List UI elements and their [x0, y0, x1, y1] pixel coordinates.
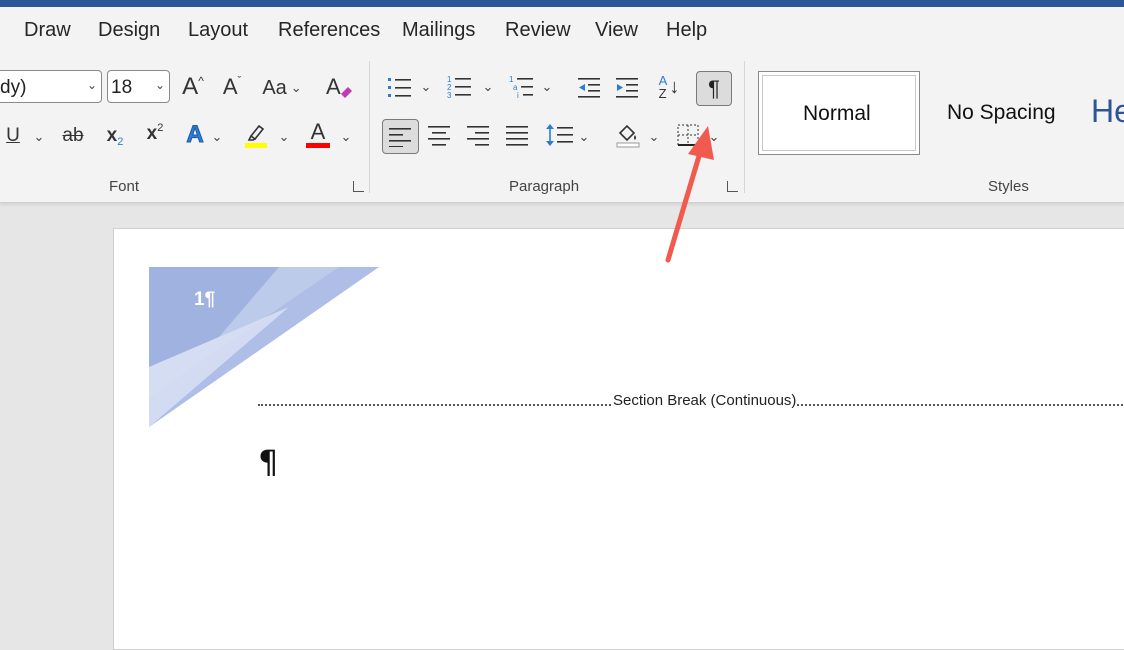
text-effects-button[interactable]: A: [180, 119, 210, 151]
align-left-button[interactable]: [382, 119, 419, 154]
shading-button[interactable]: [612, 119, 644, 151]
subscript-label: x: [106, 125, 118, 146]
align-right-button[interactable]: [463, 119, 493, 151]
sort-button[interactable]: A Z ↓: [652, 71, 686, 103]
annotation-arrow-icon: [665, 126, 714, 263]
font-size-combo[interactable]: 18 ⌄: [107, 70, 170, 103]
paint-bucket-icon: [616, 124, 640, 148]
justify-button[interactable]: [502, 119, 532, 151]
chevron-down-icon: ⌄: [154, 78, 165, 92]
change-case-button[interactable]: Aa ⌄: [258, 73, 306, 103]
document-page[interactable]: 1¶ Section Break (Continuous) ¶: [113, 228, 1124, 650]
multilevel-list-button[interactable]: 1 a i: [508, 73, 536, 101]
style-heading-1[interactable]: He: [1085, 71, 1124, 155]
shrink-font-icon: A: [222, 74, 238, 99]
font-group-label: Font: [109, 178, 140, 195]
tab-mailings[interactable]: Mailings: [402, 19, 475, 42]
title-bar-accent: [0, 0, 1124, 7]
font-name-combo[interactable]: dy) ⌄: [0, 70, 102, 103]
font-color-button[interactable]: A: [302, 119, 334, 151]
font-color-icon: A: [310, 118, 326, 144]
strikethrough-button[interactable]: ab: [58, 121, 88, 151]
highlighter-icon: [245, 124, 267, 148]
tab-draw[interactable]: Draw: [24, 19, 71, 42]
bullets-icon: [388, 78, 411, 97]
tab-review[interactable]: Review: [505, 19, 571, 42]
paragraph-group-label: Paragraph: [509, 178, 580, 195]
tab-layout[interactable]: Layout: [188, 19, 248, 42]
strikethrough-label: ab: [62, 125, 84, 146]
tab-references[interactable]: References: [278, 19, 380, 42]
chevron-down-icon: ⌄: [86, 78, 97, 92]
chevron-down-icon[interactable]: ⌄: [420, 79, 432, 95]
clear-formatting-button[interactable]: A: [322, 71, 356, 103]
numbering-icon: 1 2 3: [447, 75, 471, 100]
align-left-icon: [389, 128, 411, 147]
group-divider: [369, 61, 370, 193]
justify-icon: [506, 126, 528, 146]
chevron-down-icon[interactable]: ⌄: [541, 79, 553, 95]
clear-formatting-icon: A: [326, 74, 352, 99]
bullets-button[interactable]: [386, 73, 414, 101]
tab-help[interactable]: Help: [666, 19, 707, 42]
underline-label: U: [6, 125, 20, 146]
group-divider: [744, 61, 745, 193]
increase-indent-icon: [616, 78, 638, 98]
decrease-indent-button[interactable]: [575, 73, 603, 101]
text-effects-icon: A: [186, 121, 204, 149]
highlight-button[interactable]: [240, 119, 272, 151]
style-no-spacing-label: No Spacing: [947, 101, 1056, 124]
chevron-down-icon[interactable]: ⌄: [211, 129, 223, 145]
chevron-down-icon[interactable]: ⌄: [482, 79, 494, 95]
style-normal[interactable]: Normal: [758, 71, 920, 155]
font-size-value: 18: [111, 77, 133, 98]
shrink-font-button[interactable]: Aˇ: [218, 71, 246, 103]
ribbon-tabs: Draw Design Layout References Mailings R…: [0, 7, 1124, 53]
grow-font-button[interactable]: A ^: [178, 71, 208, 103]
svg-text:i: i: [517, 91, 519, 100]
chevron-down-icon[interactable]: ⌄: [578, 129, 590, 145]
change-case-label: Aa: [262, 76, 287, 99]
underline-button[interactable]: U: [2, 121, 24, 151]
align-right-icon: [467, 126, 489, 146]
style-heading-label: He: [1091, 93, 1124, 129]
show-hide-marks-button[interactable]: ¶: [696, 71, 732, 106]
tab-design[interactable]: Design: [98, 19, 160, 42]
align-center-button[interactable]: [424, 119, 454, 151]
header-page-number: 1¶: [194, 289, 216, 310]
paragraph-mark: ¶: [258, 443, 279, 481]
font-name-value: dy): [0, 77, 27, 98]
multilevel-list-icon: 1 a i: [509, 75, 533, 100]
align-center-icon: [428, 126, 450, 146]
ribbon: dy) ⌄ 18 ⌄ A ^ Aˇ Aa ⌄ A U ⌄ ab x2 x2 A ⌄: [0, 53, 1124, 203]
chevron-down-icon[interactable]: ⌄: [340, 129, 352, 145]
line-spacing-icon: [546, 124, 573, 146]
superscript-label: x: [146, 123, 158, 144]
chevron-down-icon[interactable]: ⌄: [278, 129, 290, 145]
styles-group-label: Styles: [988, 178, 1029, 195]
numbering-button[interactable]: 1 2 3: [446, 73, 474, 101]
line-spacing-button[interactable]: [544, 119, 574, 151]
sort-icon: A Z: [658, 73, 668, 101]
style-no-spacing[interactable]: No Spacing: [930, 71, 1080, 155]
svg-text:A: A: [326, 74, 341, 99]
chevron-down-icon: ⌄: [290, 80, 302, 95]
font-dialog-launcher-icon[interactable]: [353, 181, 364, 192]
style-normal-label: Normal: [803, 102, 871, 125]
font-color-swatch: [306, 142, 330, 148]
svg-text:3: 3: [447, 91, 452, 100]
grow-font-icon: A: [182, 73, 199, 100]
pilcrow-icon: ¶: [708, 75, 720, 101]
increase-indent-button[interactable]: [613, 73, 641, 101]
decrease-indent-icon: [578, 78, 600, 98]
superscript-button[interactable]: x2: [142, 119, 168, 149]
subscript-button[interactable]: x2: [102, 121, 128, 151]
chevron-down-icon[interactable]: ⌄: [32, 129, 46, 145]
tab-view[interactable]: View: [595, 19, 638, 42]
section-break-label: Section Break (Continuous): [612, 392, 798, 409]
